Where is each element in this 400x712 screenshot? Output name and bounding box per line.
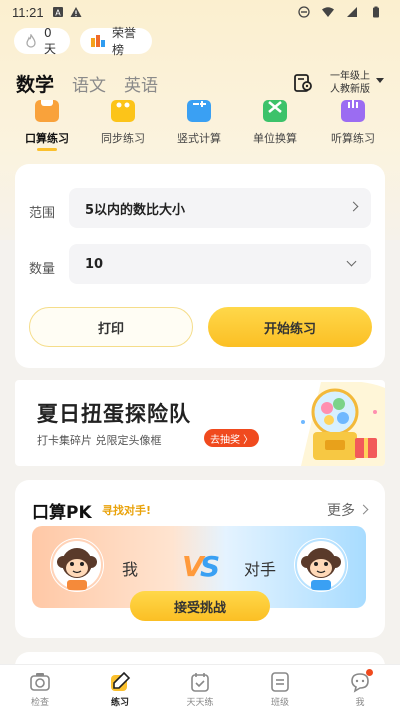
streak-pill[interactable]: 0天 — [14, 25, 70, 56]
tab-vertical-calc-label: 竖式计算 — [177, 132, 221, 145]
wifi-icon — [322, 7, 334, 17]
svg-text:A: A — [55, 9, 61, 18]
streak-label: 0天 — [44, 25, 57, 56]
practice-settings-card: 范围 5以内的数比大小 数量 10 打印 开始练习 — [15, 164, 385, 368]
status-time: 11:21 — [12, 4, 44, 20]
vertical-calc-icon — [185, 100, 213, 124]
book-settings-icon[interactable] — [292, 72, 314, 94]
tab-sync-practice[interactable]: 同步练习 — [88, 100, 158, 146]
bottom-navigation: 检查 练习 天天练 班级 我 — [0, 664, 400, 712]
unit-conversion-icon — [261, 100, 289, 124]
do-not-disturb-icon — [298, 6, 310, 18]
opponent-avatar — [294, 538, 348, 592]
nav-me[interactable]: 我 — [330, 669, 390, 708]
range-label: 范围 — [29, 206, 56, 221]
tab-unit-conversion[interactable]: 单位换算 — [240, 100, 310, 146]
nav-class-label: 班级 — [270, 698, 289, 708]
tab-mental-math-label: 口算练习 — [25, 132, 69, 145]
nav-me-label: 我 — [355, 698, 365, 708]
feature-tabs: 口算练习 同步练习 竖式计算 单位换算 听算练习 — [0, 100, 400, 152]
pk-subtitle: 寻找对手! — [102, 504, 152, 517]
lottery-button[interactable]: 去抽奖 〉 — [204, 429, 260, 447]
count-value: 10 — [85, 256, 104, 272]
grade-selector[interactable]: 一年级上 人教新版 — [330, 70, 370, 96]
nav-daily-label: 天天练 — [186, 698, 214, 708]
vs-icon: V S — [182, 550, 220, 582]
mental-math-icon — [33, 100, 61, 124]
svg-text:S: S — [200, 550, 220, 582]
tab-listening-calc-label: 听算练习 — [331, 132, 375, 145]
banner-title: 夏日扭蛋探险队 — [37, 402, 191, 426]
class-icon — [269, 671, 291, 693]
nav-check-label: 检查 — [30, 698, 49, 708]
caret-down-icon[interactable] — [376, 78, 384, 83]
listening-calc-icon — [339, 100, 367, 124]
battery-icon — [373, 6, 379, 18]
pencil-icon — [109, 671, 131, 693]
subject-tabs: 数学 语文 英语 — [16, 70, 158, 97]
tab-sync-practice-label: 同步练习 — [101, 132, 145, 145]
tab-unit-conversion-label: 单位换算 — [253, 132, 297, 145]
tab-math[interactable]: 数学 — [16, 70, 54, 97]
start-practice-button[interactable]: 开始练习 — [208, 307, 372, 347]
trophy-board-icon — [90, 34, 106, 48]
count-label: 数量 — [29, 262, 56, 277]
chevron-right-icon — [348, 201, 359, 212]
honor-board-pill[interactable]: 荣誉榜 — [80, 26, 152, 57]
text-notification-icon: A — [52, 7, 63, 18]
nav-check[interactable]: 检查 — [10, 671, 70, 708]
range-selector[interactable]: 5以内的数比大小 — [69, 188, 371, 228]
chevron-down-icon — [346, 256, 357, 267]
tab-chinese[interactable]: 语文 — [72, 71, 106, 96]
tab-english[interactable]: 英语 — [124, 71, 158, 96]
pk-opponent-label: 对手 — [243, 560, 276, 579]
grade-line-2: 人教新版 — [330, 84, 370, 95]
banner-subtitle: 打卡集碎片 兑限定头像框 — [37, 434, 162, 447]
tab-vertical-calc[interactable]: 竖式计算 — [164, 100, 234, 146]
sync-practice-icon — [109, 100, 137, 124]
profile-chat-icon — [349, 669, 373, 693]
tab-mental-math[interactable]: 口算练习 — [12, 100, 82, 146]
pk-more-link[interactable]: 更多 — [327, 500, 355, 520]
camera-icon — [29, 671, 51, 693]
chevron-right-icon[interactable] — [358, 504, 369, 515]
status-bar: 11:21 A — [0, 0, 400, 24]
flame-icon — [24, 34, 38, 48]
grade-line-1: 一年级上 — [330, 71, 370, 82]
nav-class[interactable]: 班级 — [250, 671, 310, 708]
nav-practice-label: 练习 — [110, 698, 129, 708]
tab-listening-calc[interactable]: 听算练习 — [318, 100, 388, 146]
gacha-event-banner[interactable]: 夏日扭蛋探险队 打卡集碎片 兑限定头像框 去抽奖 〉 — [15, 380, 385, 466]
honor-label: 荣誉榜 — [112, 26, 137, 57]
warning-icon — [70, 7, 82, 17]
signal-icon — [347, 7, 357, 17]
range-value: 5以内的数比大小 — [85, 202, 186, 218]
nav-practice[interactable]: 练习 — [90, 671, 150, 708]
pk-me-label: 我 — [122, 560, 139, 579]
gacha-machine-illustration — [301, 382, 385, 466]
my-avatar — [50, 538, 104, 592]
count-dropdown[interactable]: 10 — [69, 244, 371, 284]
pk-title: 口算PK — [32, 503, 92, 523]
calendar-check-icon — [189, 671, 211, 693]
nav-daily[interactable]: 天天练 — [170, 671, 230, 708]
accept-challenge-button[interactable]: 接受挑战 — [130, 591, 270, 621]
print-button[interactable]: 打印 — [29, 307, 193, 347]
notification-dot — [366, 669, 373, 676]
active-tab-indicator — [37, 148, 57, 151]
